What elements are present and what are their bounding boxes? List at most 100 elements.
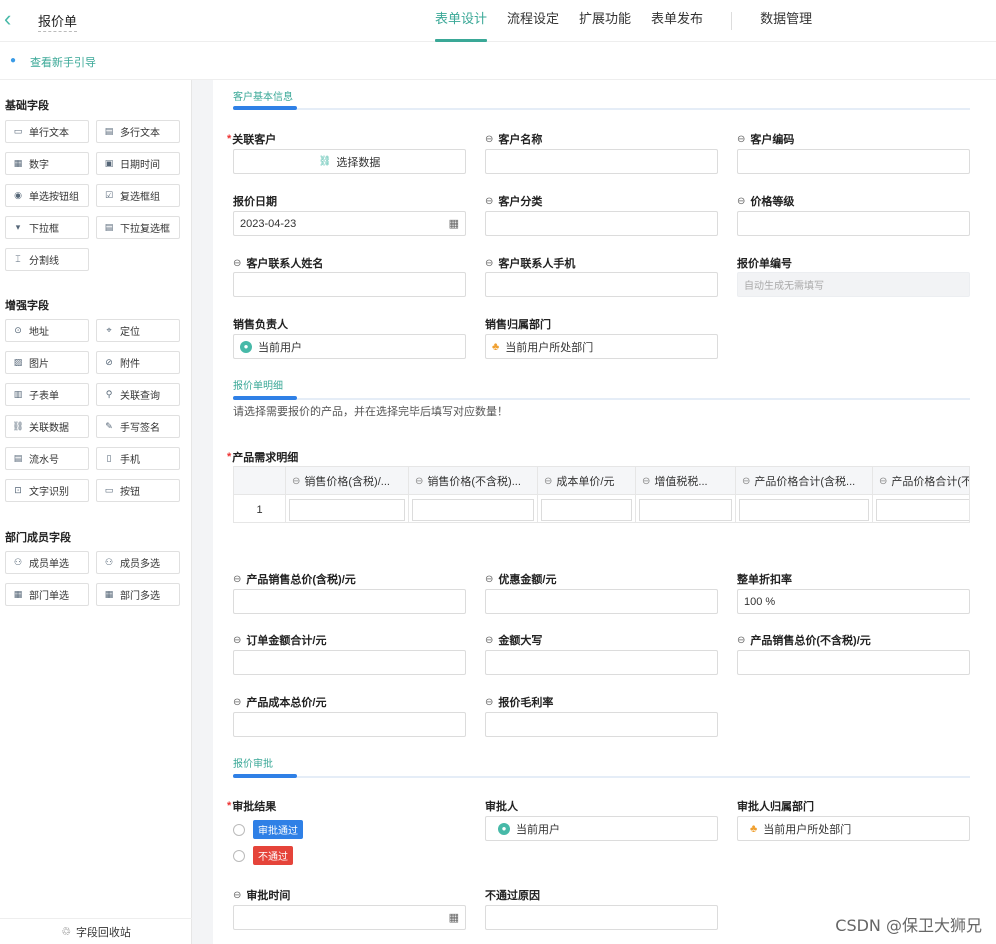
approval-time-input[interactable]: ▦ bbox=[233, 905, 466, 930]
order-total-input[interactable] bbox=[233, 650, 466, 675]
col-price-notax[interactable]: ⊖ 销售价格(不含税)... bbox=[409, 467, 538, 495]
sales-owner-field[interactable]: ● 当前用户 bbox=[233, 334, 466, 359]
field-button-enhanced-1[interactable]: ⌖ 定位 bbox=[96, 319, 180, 342]
label-sales-owner[interactable]: 销售负责人 bbox=[233, 316, 288, 332]
field-button-dept-1[interactable]: ⚇ 成员多选 bbox=[96, 551, 180, 574]
col-vat[interactable]: ⊖ 增值税税... bbox=[636, 467, 736, 495]
label-customer-name[interactable]: ⊖ 客户名称 bbox=[485, 131, 542, 147]
field-button-dept-2[interactable]: ▦ 部门单选 bbox=[5, 583, 89, 606]
radio-rejected[interactable]: 不通过 bbox=[233, 846, 293, 865]
field-button-basic-3[interactable]: ▣ 日期时间 bbox=[96, 152, 180, 175]
radio-approved[interactable]: 审批通过 bbox=[233, 820, 303, 839]
label-customer-code[interactable]: ⊖ 客户编码 bbox=[737, 131, 794, 147]
field-type-icon: ☑ bbox=[104, 190, 114, 200]
cell-input[interactable] bbox=[739, 498, 869, 521]
field-button-enhanced-8[interactable]: ▤ 流水号 bbox=[5, 447, 89, 470]
field-button-dept-0[interactable]: ⚇ 成员单选 bbox=[5, 551, 89, 574]
field-button-basic-7[interactable]: ▤ 下拉复选框 bbox=[96, 216, 180, 239]
label-approval-result[interactable]: * 审批结果 bbox=[227, 798, 276, 814]
label-cost-total[interactable]: ⊖ 产品成本总价/元 bbox=[233, 694, 326, 710]
cell-input[interactable] bbox=[639, 498, 732, 521]
discount-input[interactable] bbox=[485, 589, 718, 614]
product-subtable[interactable]: ⊖ 销售价格(含税)/... ⊖ 销售价格(不含税)... ⊖ 成本单价/元 ⊖ 增值税… bbox=[233, 466, 970, 523]
field-button-basic-4[interactable]: ◉ 单选按钮组 bbox=[5, 184, 89, 207]
quote-date-input[interactable]: 2023-04-23 ▦ bbox=[233, 211, 466, 236]
col-total-notax[interactable]: ⊖产品价格合计(不含 bbox=[873, 467, 969, 495]
field-button-enhanced-0[interactable]: ⊙ 地址 bbox=[5, 319, 89, 342]
label-discount[interactable]: ⊖ 优惠金额/元 bbox=[485, 571, 556, 587]
cell-input[interactable] bbox=[541, 498, 632, 521]
total-tax-input[interactable] bbox=[233, 589, 466, 614]
label-customer[interactable]: * 关联客户 bbox=[227, 131, 276, 147]
field-button-basic-5[interactable]: ☑ 复选框组 bbox=[96, 184, 180, 207]
customer-code-input[interactable] bbox=[737, 149, 970, 174]
tab-data-management[interactable]: 数据管理 bbox=[750, 0, 822, 42]
discount-rate-input[interactable]: 100 % bbox=[737, 589, 970, 614]
form-title[interactable]: 报价单 bbox=[38, 11, 78, 32]
contact-phone-input[interactable] bbox=[485, 272, 718, 297]
tab-extensions[interactable]: 扩展功能 bbox=[569, 0, 641, 42]
cell-input[interactable] bbox=[876, 498, 969, 521]
approver-field[interactable]: ● 当前用户 bbox=[485, 816, 718, 841]
field-button-enhanced-10[interactable]: ⊡ 文字识别 bbox=[5, 479, 89, 502]
label-quote-number[interactable]: 报价单编号 bbox=[737, 255, 792, 271]
field-button-enhanced-9[interactable]: ▯ 手机 bbox=[96, 447, 180, 470]
label-approver[interactable]: 审批人 bbox=[485, 798, 518, 814]
cost-total-input[interactable] bbox=[233, 712, 466, 737]
contact-name-input[interactable] bbox=[233, 272, 466, 297]
col-cost-price[interactable]: ⊖ 成本单价/元 bbox=[538, 467, 636, 495]
reject-reason-input[interactable] bbox=[485, 905, 718, 930]
label-product-detail[interactable]: * 产品需求明细 bbox=[227, 449, 298, 465]
gross-margin-input[interactable] bbox=[485, 712, 718, 737]
cell-input[interactable] bbox=[412, 498, 534, 521]
label-order-total[interactable]: ⊖ 订单金额合计/元 bbox=[233, 632, 326, 648]
guide-link[interactable]: ● 查看新手引导 bbox=[10, 54, 96, 70]
section-title-approval: 报价审批 bbox=[233, 759, 273, 770]
tab-flow-setting[interactable]: 流程设定 bbox=[497, 0, 569, 42]
total-notax-input[interactable] bbox=[737, 650, 970, 675]
approver-dept-field[interactable]: ♣ 当前用户所处部门 bbox=[737, 816, 970, 841]
cell-input[interactable] bbox=[289, 498, 405, 521]
label-total-notax[interactable]: ⊖ 产品销售总价(不含税)/元 bbox=[737, 632, 871, 648]
field-button-basic-0[interactable]: ▭ 单行文本 bbox=[5, 120, 89, 143]
col-price-tax[interactable]: ⊖ 销售价格(含税)/... bbox=[286, 467, 409, 495]
label-quote-date[interactable]: 报价日期 bbox=[233, 193, 277, 209]
field-button-basic-2[interactable]: ▦ 数字 bbox=[5, 152, 89, 175]
field-button-dept-3[interactable]: ▦ 部门多选 bbox=[96, 583, 180, 606]
tab-form-publish[interactable]: 表单发布 bbox=[641, 0, 713, 42]
price-level-input[interactable] bbox=[737, 211, 970, 236]
field-button-enhanced-7[interactable]: ✎ 手写签名 bbox=[96, 415, 180, 438]
field-button-enhanced-3[interactable]: ⊘ 附件 bbox=[96, 351, 180, 374]
field-button-basic-1[interactable]: ▤ 多行文本 bbox=[96, 120, 180, 143]
recycle-bin-button[interactable]: ♲ 字段回收站 bbox=[0, 918, 192, 944]
tab-form-design[interactable]: 表单设计 bbox=[425, 0, 497, 42]
label-gross-margin[interactable]: ⊖ 报价毛利率 bbox=[485, 694, 553, 710]
label-total-tax[interactable]: ⊖ 产品销售总价(含税)/元 bbox=[233, 571, 356, 587]
quote-number-input[interactable]: 自动生成无需填写 bbox=[737, 272, 970, 297]
field-button-basic-8[interactable]: ⌶ 分割线 bbox=[5, 248, 89, 271]
label-approver-dept[interactable]: 审批人归属部门 bbox=[737, 798, 814, 814]
field-type-icon: ⚇ bbox=[13, 557, 23, 567]
label-contact-name[interactable]: ⊖ 客户联系人姓名 bbox=[233, 255, 323, 271]
sales-dept-field[interactable]: ♣ 当前用户所处部门 bbox=[485, 334, 718, 359]
label-sales-dept[interactable]: 销售归属部门 bbox=[485, 316, 551, 332]
col-total-tax[interactable]: ⊖ 产品价格合计(含税... bbox=[736, 467, 873, 495]
label-approval-time[interactable]: ⊖ 审批时间 bbox=[233, 887, 290, 903]
label-customer-category[interactable]: ⊖ 客户分类 bbox=[485, 193, 542, 209]
field-button-basic-6[interactable]: ▾ 下拉框 bbox=[5, 216, 89, 239]
field-button-enhanced-6[interactable]: ⛓ 关联数据 bbox=[5, 415, 89, 438]
customer-category-input[interactable] bbox=[485, 211, 718, 236]
label-contact-phone[interactable]: ⊖ 客户联系人手机 bbox=[485, 255, 575, 271]
field-button-enhanced-2[interactable]: ▨ 图片 bbox=[5, 351, 89, 374]
chevron-left-icon[interactable]: ‹ bbox=[4, 8, 22, 30]
field-button-enhanced-5[interactable]: ⚲ 关联查询 bbox=[96, 383, 180, 406]
field-button-enhanced-11[interactable]: ▭ 按钮 bbox=[96, 479, 180, 502]
amount-upper-input[interactable] bbox=[485, 650, 718, 675]
label-reject-reason[interactable]: 不通过原因 bbox=[485, 887, 540, 903]
select-data-button[interactable]: ⛓ 选择数据 bbox=[233, 149, 466, 174]
label-amount-upper[interactable]: ⊖ 金额大写 bbox=[485, 632, 542, 648]
customer-name-input[interactable] bbox=[485, 149, 718, 174]
field-button-enhanced-4[interactable]: ▥ 子表单 bbox=[5, 383, 89, 406]
label-discount-rate[interactable]: 整单折扣率 bbox=[737, 571, 792, 587]
label-price-level[interactable]: ⊖ 价格等级 bbox=[737, 193, 794, 209]
